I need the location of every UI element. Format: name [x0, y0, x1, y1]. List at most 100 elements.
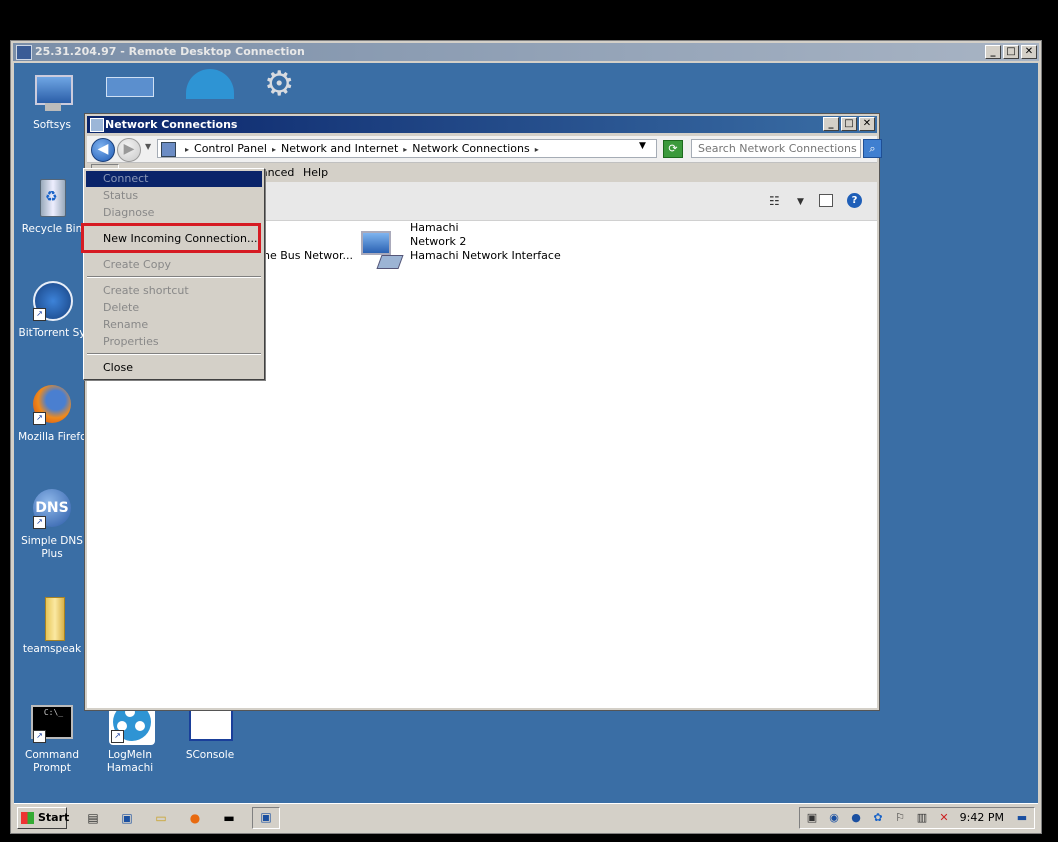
control-panel-icon [161, 142, 176, 157]
network-tray-icon[interactable]: ▥ [914, 810, 930, 826]
breadcrumb[interactable]: ▸ Control Panel ▸ Network and Internet ▸ Netw… [157, 139, 657, 158]
windows-flag-icon [21, 812, 34, 824]
dns-icon: DNS ↗ [31, 489, 73, 531]
menu-item-connect[interactable]: Connect [86, 171, 262, 187]
menu-item-status[interactable]: Status [86, 188, 262, 204]
tray-hamachi-icon[interactable]: ✿ [870, 810, 886, 826]
connection-device: Hamachi Network Interface [410, 249, 561, 262]
menu-item-rename[interactable]: Rename [86, 317, 262, 333]
partial-icon [106, 77, 154, 97]
connection-name: ne Bus Networ... [263, 249, 354, 262]
tray-app-icon[interactable]: ▣ [804, 810, 820, 826]
menu-item-create-shortcut[interactable]: Create shortcut [86, 283, 262, 299]
connection-item-hamachi[interactable]: Hamachi Network 2 Hamachi Network Interf… [410, 221, 561, 263]
rdc-close-button[interactable]: ✕ [1021, 45, 1037, 59]
gear-icon: ⚙ [264, 64, 295, 104]
menu-item-delete[interactable]: Delete [86, 300, 262, 316]
explorer-folder-icon[interactable]: ▭ [152, 809, 170, 827]
connection-name: Hamachi [410, 221, 459, 234]
menu-item-diagnose[interactable]: Diagnose [86, 205, 262, 221]
nc-close-button[interactable]: ✕ [859, 117, 875, 131]
remote-desktop: ⚙ Softsys ♻ Recycle Bin ↗ BitTorrent Sy … [14, 63, 1038, 803]
network-adapter-icon [359, 231, 404, 271]
connection-item-bus[interactable]: ne Bus Networ... [263, 249, 353, 263]
tray-bittorrent-icon[interactable]: ◉ [826, 810, 842, 826]
history-dropdown-icon[interactable]: ▼ [145, 142, 151, 151]
start-button[interactable]: Start [17, 807, 70, 829]
firefox-icon: ↗ [31, 385, 73, 427]
volume-muted-icon[interactable]: ✕ [936, 810, 952, 826]
file-menu: Connect Status Diagnose New Incoming Con… [83, 168, 265, 380]
server-manager-icon[interactable]: ▤ [84, 809, 102, 827]
connection-network: Network 2 [410, 235, 467, 248]
clock[interactable]: 9:42 PM [960, 808, 1004, 828]
desktop-icon-label: SConsole [185, 749, 235, 761]
desktop-icon-label: Softsys [33, 119, 71, 131]
menu-separator [87, 353, 261, 355]
rdc-minimize-button[interactable]: _ [985, 45, 1001, 59]
views-dropdown-icon[interactable]: ▼ [797, 197, 804, 207]
desktop-icon-label: Mozilla Firefc [18, 431, 86, 443]
tray-logmein-icon[interactable]: ● [848, 810, 864, 826]
nc-minimize-button[interactable]: _ [823, 117, 839, 131]
nc-maximize-button[interactable]: □ [841, 117, 857, 131]
rdc-titlebar[interactable]: 25.31.204.97 - Remote Desktop Connection… [13, 43, 1039, 61]
start-label: Start [38, 811, 70, 824]
desktop-icon-sconsole[interactable]: SConsole [172, 703, 248, 762]
menu-separator [87, 276, 261, 278]
chevron-right-icon[interactable]: ▸ [185, 145, 189, 154]
help-icon[interactable]: ? [847, 193, 862, 208]
shortcut-arrow-icon: ↗ [33, 730, 46, 743]
highlight-box [81, 223, 261, 253]
desktop-icon-bittorrent[interactable]: ↗ BitTorrent Sy [14, 281, 90, 340]
menu-item-properties[interactable]: Properties [86, 334, 262, 350]
chevron-right-icon[interactable]: ▸ [403, 145, 407, 154]
search-input[interactable] [691, 139, 861, 158]
partial-logmein-icon [186, 69, 234, 99]
taskbar: Start ▤ ▣ ▭ ● ▬ ▣ ▣ ◉ ● ✿ ⚐ ▥ ✕ 9:42 PM … [14, 803, 1038, 832]
flag-icon[interactable]: ⚐ [892, 810, 908, 826]
menu-item-create-copy[interactable]: Create Copy [86, 257, 262, 273]
preview-pane-icon[interactable] [819, 194, 833, 207]
breadcrumb-network-connections[interactable]: Network Connections [412, 142, 529, 155]
desktop-icon-simple-dns[interactable]: DNS ↗ Simple DNS Plus [14, 489, 90, 561]
address-bar: ◀ ▶ ▼ ▸ Control Panel ▸ Network and Interne… [87, 136, 882, 163]
network-connections-task-button[interactable]: ▣ [252, 807, 280, 829]
system-tray: ▣ ◉ ● ✿ ⚐ ▥ ✕ 9:42 PM ▬ [799, 807, 1035, 829]
command-prompt-taskbar-icon[interactable]: ▬ [220, 809, 238, 827]
menu-help[interactable]: Help [299, 164, 332, 182]
firefox-taskbar-icon[interactable]: ● [186, 809, 204, 827]
breadcrumb-network-and-internet[interactable]: Network and Internet [281, 142, 398, 155]
menu-item-close[interactable]: Close [86, 360, 262, 376]
desktop-icon-firefox[interactable]: ↗ Mozilla Firefc [14, 385, 90, 444]
desktop-icon-label: Simple DNS Plus [21, 535, 83, 560]
powershell-icon[interactable]: ▣ [118, 809, 136, 827]
show-desktop-icon[interactable]: ▬ [1014, 810, 1030, 826]
desktop-icon-softsys[interactable]: Softsys [14, 73, 90, 132]
chevron-right-icon[interactable]: ▸ [272, 145, 276, 154]
desktop-icon-label: LogMeIn Hamachi [106, 749, 154, 774]
desktop-icon-command-prompt[interactable]: C:\_ ↗ Command Prompt [14, 703, 90, 775]
nc-titlebar[interactable]: Network Connections _ □ ✕ [87, 116, 877, 133]
desktop-icon-label: Recycle Bin [21, 223, 83, 235]
views-icon[interactable]: ☷ [769, 194, 780, 208]
address-dropdown-icon[interactable]: ▼ [639, 141, 646, 151]
back-button[interactable]: ◀ [91, 138, 115, 162]
shortcut-arrow-icon: ↗ [33, 308, 46, 321]
chevron-right-icon[interactable]: ▸ [535, 145, 539, 154]
forward-button[interactable]: ▶ [117, 138, 141, 162]
desktop-icon-recycle-bin[interactable]: ♻ Recycle Bin [14, 177, 90, 236]
shortcut-arrow-icon: ↗ [33, 412, 46, 425]
recycle-bin-icon: ♻ [31, 177, 73, 219]
desktop-icon-label: Command Prompt [25, 749, 79, 774]
network-folder-icon [90, 118, 104, 132]
refresh-button[interactable]: ⟳ [663, 140, 683, 158]
search-icon[interactable]: ⌕ [863, 139, 882, 158]
bittorrent-icon: ↗ [31, 281, 73, 323]
breadcrumb-control-panel[interactable]: Control Panel [194, 142, 267, 155]
rdc-maximize-button[interactable]: □ [1003, 45, 1019, 59]
remote-desktop-window: 25.31.204.97 - Remote Desktop Connection… [10, 40, 1042, 834]
desktop-icon-teamspeak[interactable]: teamspeak [14, 597, 90, 656]
desktop-icon-label: BitTorrent Sy [18, 327, 86, 339]
folder-icon [31, 597, 73, 641]
